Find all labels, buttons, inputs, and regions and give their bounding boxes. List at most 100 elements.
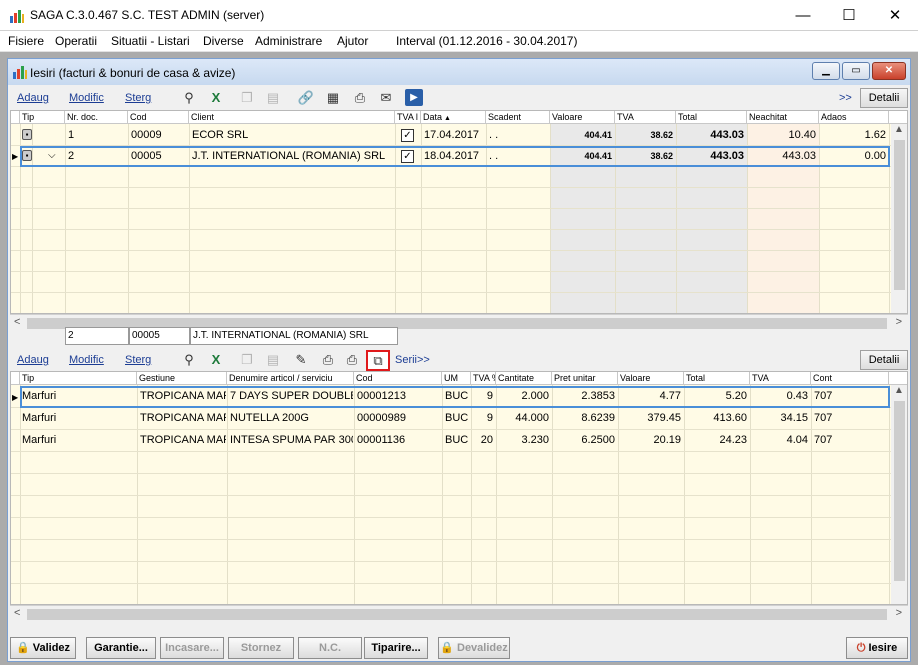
- mdi-area: Iesiri (facturi & bonuri de casa & avize…: [0, 52, 918, 665]
- col-tva-inc[interactable]: TVA l: [395, 111, 421, 124]
- col-adaos[interactable]: Adaos: [819, 111, 889, 124]
- bottom-vertical-scrollbar[interactable]: ▲: [891, 385, 907, 604]
- modific-link[interactable]: Modific: [69, 92, 104, 104]
- col-scadent[interactable]: Scadent: [486, 111, 550, 124]
- col-data[interactable]: Data ▲: [421, 111, 486, 124]
- paste-icon[interactable]: ▤: [264, 351, 282, 368]
- minimize-button[interactable]: —: [780, 0, 826, 31]
- col-pret-unitar[interactable]: Pret unitar: [552, 372, 618, 385]
- devalidez-button[interactable]: 🔒 Devalidez: [438, 637, 510, 659]
- col-denumire[interactable]: Denumire articol / serviciu: [227, 372, 354, 385]
- cell-neachitat: 443.03: [782, 150, 816, 162]
- col-cont[interactable]: Cont: [811, 372, 889, 385]
- child-close-button[interactable]: ✕: [872, 62, 906, 80]
- excel-icon[interactable]: X: [207, 89, 225, 106]
- menu-fisiere[interactable]: Fisiere: [8, 34, 44, 48]
- scroll-left-icon[interactable]: <: [14, 607, 20, 619]
- printer-icon[interactable]: ⎙: [351, 89, 369, 106]
- cell-valoare: 404.41: [584, 151, 612, 161]
- col-total[interactable]: Total: [684, 372, 750, 385]
- maximize-button[interactable]: ☐: [826, 0, 872, 31]
- cell-client: ECOR SRL: [192, 129, 249, 141]
- documents-grid[interactable]: Tip Nr. doc. Cod Client TVA l Data ▲ Sca…: [10, 110, 908, 314]
- excel-icon[interactable]: X: [207, 351, 225, 368]
- col-nr-doc[interactable]: Nr. doc.: [65, 111, 128, 124]
- scroll-up-icon[interactable]: ▲: [894, 124, 904, 135]
- iesire-button[interactable]: ⏻ Iesire: [846, 637, 908, 659]
- child-restore-button[interactable]: ▭: [842, 62, 870, 80]
- menu-operatii[interactable]: Operatii: [55, 34, 97, 48]
- tiparire-button[interactable]: Tiparire...: [364, 637, 428, 659]
- col-total[interactable]: Total: [676, 111, 747, 124]
- sterg-link[interactable]: Sterg: [125, 354, 151, 366]
- cell-valoare: 4.77: [659, 390, 681, 402]
- email-icon[interactable]: ✉: [377, 89, 395, 106]
- col-cod[interactable]: Cod: [354, 372, 442, 385]
- menu-ajutor[interactable]: Ajutor: [337, 34, 368, 48]
- menu-administrare[interactable]: Administrare: [255, 34, 322, 48]
- printer-alt-icon[interactable]: ⎙: [343, 351, 361, 368]
- modific-link[interactable]: Modific: [69, 354, 104, 366]
- cell-gestiune: TROPICANA MARF: [140, 412, 226, 424]
- incasare-button[interactable]: Incasare...: [160, 637, 224, 659]
- scroll-left-icon[interactable]: <: [14, 316, 20, 328]
- col-cod[interactable]: Cod: [128, 111, 189, 124]
- detalii-button-bottom[interactable]: Detalii: [860, 350, 908, 370]
- bottom-horizontal-scrollbar[interactable]: < >: [10, 605, 908, 622]
- edit-price-icon[interactable]: ✎: [292, 351, 310, 368]
- more-link[interactable]: >>: [839, 92, 852, 104]
- col-tva-pct[interactable]: TVA %: [471, 372, 496, 385]
- adaug-link[interactable]: Adaug: [17, 92, 49, 104]
- copy-icon[interactable]: ❐: [238, 351, 256, 368]
- close-button[interactable]: ✕: [872, 0, 918, 31]
- cell-um: BUC: [445, 390, 469, 402]
- col-neachitat[interactable]: Neachitat: [747, 111, 819, 124]
- printer-icon[interactable]: ⎙: [319, 351, 337, 368]
- scroll-up-icon[interactable]: ▲: [894, 385, 904, 396]
- tip-dropdown-icon[interactable]: ⌵: [48, 146, 62, 166]
- serii-link[interactable]: Serii>>: [395, 354, 430, 366]
- detalii-button-top[interactable]: Detalii: [860, 88, 908, 108]
- sterg-link[interactable]: Sterg: [125, 92, 151, 104]
- lines-grid[interactable]: Tip Gestiune Denumire articol / serviciu…: [10, 371, 908, 605]
- transfer-icon[interactable]: ⧉: [366, 350, 390, 371]
- calculator-icon[interactable]: ▦: [324, 89, 342, 106]
- garantie-button[interactable]: Garantie...: [86, 637, 156, 659]
- scroll-right-icon[interactable]: >: [896, 316, 902, 328]
- paste-icon[interactable]: ▤: [264, 89, 282, 106]
- stornez-button[interactable]: Stornez: [228, 637, 294, 659]
- menu-diverse[interactable]: Diverse: [203, 34, 244, 48]
- col-gestiune[interactable]: Gestiune: [137, 372, 227, 385]
- col-tip[interactable]: Tip: [20, 111, 65, 124]
- iesiri-window: Iesiri (facturi & bonuri de casa & avize…: [7, 58, 911, 662]
- tva-checkbox[interactable]: ✓: [401, 129, 414, 142]
- copy-icon[interactable]: ❐: [238, 89, 256, 106]
- col-tip[interactable]: Tip: [20, 372, 137, 385]
- cell-total: 24.23: [719, 434, 747, 446]
- binoculars-icon[interactable]: ⚲: [180, 351, 198, 368]
- cell-total: 443.03: [710, 150, 744, 162]
- col-valoare[interactable]: Valoare: [550, 111, 615, 124]
- scroll-thumb[interactable]: [894, 401, 905, 581]
- top-vertical-scrollbar[interactable]: ▲: [891, 124, 907, 313]
- col-tva[interactable]: TVA: [615, 111, 676, 124]
- adaug-link[interactable]: Adaug: [17, 354, 49, 366]
- scroll-thumb[interactable]: [894, 140, 905, 290]
- tva-checkbox[interactable]: ✓: [401, 150, 414, 163]
- menu-situatii-listari[interactable]: Situatii - Listari: [111, 34, 190, 48]
- nc-button[interactable]: N.C.: [298, 637, 362, 659]
- play-icon[interactable]: ▶: [405, 89, 423, 106]
- col-client[interactable]: Client: [189, 111, 395, 124]
- cell-cod: 00009: [131, 129, 162, 141]
- binoculars-icon[interactable]: ⚲: [180, 89, 198, 106]
- scroll-right-icon[interactable]: >: [896, 607, 902, 619]
- col-um[interactable]: UM: [442, 372, 471, 385]
- child-minimize-button[interactable]: ▁: [812, 62, 840, 80]
- col-valoare[interactable]: Valoare: [618, 372, 684, 385]
- col-cantitate[interactable]: Cantitate: [496, 372, 552, 385]
- scroll-thumb[interactable]: [27, 609, 887, 620]
- link-icon[interactable]: 🔗: [297, 89, 315, 106]
- row-pointer-icon: ▶: [12, 152, 19, 161]
- col-tva-val[interactable]: TVA: [750, 372, 811, 385]
- validez-button[interactable]: 🔒 Validez: [10, 637, 76, 659]
